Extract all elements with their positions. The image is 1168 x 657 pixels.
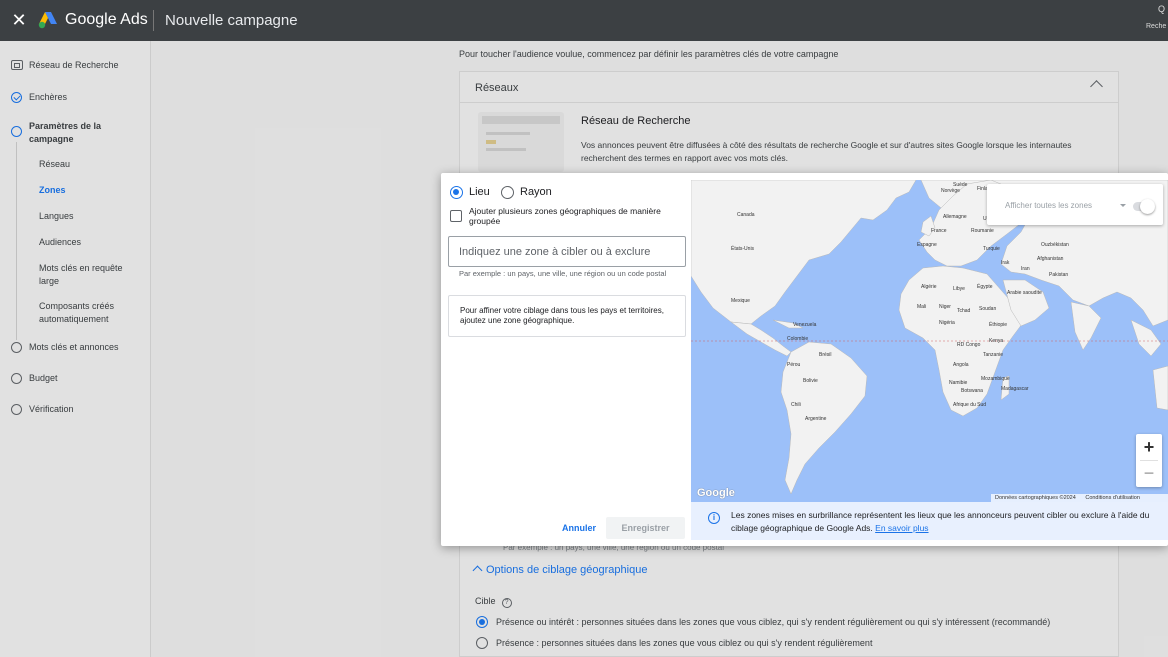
radio-location-label: Lieu — [469, 186, 490, 198]
map-label: Pérou — [787, 362, 801, 368]
map-label: Argentine — [805, 416, 827, 422]
map-label: Arabie saoudite — [1007, 290, 1042, 296]
google-map-logo: Google — [697, 487, 735, 499]
map-label: Tchad — [957, 308, 971, 314]
map-label: Mali — [917, 304, 927, 310]
zoom-in-button[interactable]: + — [1136, 434, 1162, 460]
map-label: Chili — [791, 402, 801, 408]
map-info-text: Les zones mises en surbrillance représen… — [731, 509, 1161, 535]
location-dialog: Lieu Rayon Ajouter plusieurs zones géogr… — [441, 173, 1168, 546]
google-ads-logo-icon — [38, 12, 57, 29]
cancel-button[interactable]: Annuler — [556, 517, 602, 539]
map-data-credit: Données cartographiques ©2024 — [995, 495, 1076, 501]
radio-radius-label: Rayon — [520, 186, 552, 198]
map-label: Ouzbékistan — [1041, 242, 1069, 248]
radio-unselected-icon — [501, 186, 514, 199]
caret-down-icon — [1120, 204, 1126, 207]
bulk-add-checkbox[interactable] — [450, 210, 462, 222]
info-icon: i — [708, 512, 720, 524]
radio-selected-icon — [450, 186, 463, 199]
map-label: RD Congo — [957, 342, 981, 348]
map-label: Allemagne — [943, 214, 967, 220]
map-label: Namibie — [949, 380, 968, 386]
map-label: Niger — [939, 304, 951, 310]
map-label: Tanzanie — [983, 352, 1004, 358]
map-label: France — [931, 228, 947, 234]
map-label: Kenya — [989, 338, 1004, 344]
map-label: Pakistan — [1049, 272, 1069, 278]
map-label: Égypte — [977, 284, 993, 290]
map-label: Éthiopie — [989, 322, 1008, 328]
learn-more-link[interactable]: En savoir plus — [875, 523, 928, 533]
map-label: Mozambique — [981, 376, 1010, 382]
map-label: Norvège — [941, 188, 960, 194]
world-map[interactable]: Suède Finlande Norvège Canada Allemagne … — [691, 180, 1168, 502]
map-label: Canada — [737, 212, 755, 218]
map-label: Libye — [953, 286, 965, 292]
top-bar: ✕ Google Ads Nouvelle campagne Q Reche — [0, 0, 1168, 41]
show-all-zones-control[interactable]: Afficher toutes les zones — [987, 184, 1163, 225]
map-label: Irak — [1001, 260, 1010, 266]
map-attribution: Données cartographiques ©2024 Conditions… — [991, 494, 1168, 502]
map-info-banner: i Les zones mises en surbrillance représ… — [691, 502, 1168, 540]
search-icon[interactable]: Q — [1158, 4, 1165, 14]
map-label: Venezuela — [793, 322, 817, 328]
info-text-body: Les zones mises en surbrillance représen… — [731, 510, 1150, 533]
refine-targeting-note: Pour affiner votre ciblage dans tous les… — [448, 295, 686, 337]
bulk-add-label: Ajouter plusieurs zones géographiques de… — [469, 206, 661, 226]
map-label: Botswana — [961, 388, 983, 394]
map-label: Espagne — [917, 242, 937, 248]
zoom-controls: + − — [1136, 434, 1162, 487]
map-terms-link[interactable]: Conditions d'utilisation — [1085, 495, 1140, 501]
map-label: Brésil — [819, 352, 832, 358]
map-label: Nigéria — [939, 320, 955, 326]
map-label: Iran — [1021, 266, 1030, 272]
map-label: États-Unis — [731, 246, 755, 252]
map-land-shapes — [691, 180, 1168, 495]
brand-name: Google Ads — [65, 11, 148, 28]
map-label: Madagascar — [1001, 386, 1029, 392]
map-label: Algérie — [921, 284, 937, 290]
show-all-zones-toggle[interactable] — [1133, 199, 1155, 214]
location-input-hint: Par exemple : un pays, une ville, une ré… — [459, 269, 667, 278]
search-label[interactable]: Reche — [1146, 23, 1166, 30]
page-title: Nouvelle campagne — [165, 12, 298, 29]
map-label: Soudan — [979, 306, 997, 312]
zoom-out-button[interactable]: − — [1136, 461, 1162, 487]
map-label: Bolivie — [803, 378, 818, 384]
map-label: Mexique — [731, 298, 750, 304]
map-label: Colombie — [787, 336, 809, 342]
map-label: Angola — [953, 362, 969, 368]
close-icon[interactable]: ✕ — [10, 10, 28, 30]
show-all-zones-label: Afficher toutes les zones — [1005, 201, 1093, 210]
map-label: Afrique du Sud — [953, 402, 987, 408]
map-label: Turquie — [983, 246, 1000, 252]
map-label: Afghanistan — [1037, 256, 1064, 262]
map-label: Roumanie — [971, 228, 994, 234]
location-search-input[interactable] — [448, 236, 686, 267]
header-divider — [153, 10, 154, 31]
save-button[interactable]: Enregistrer — [606, 517, 685, 539]
